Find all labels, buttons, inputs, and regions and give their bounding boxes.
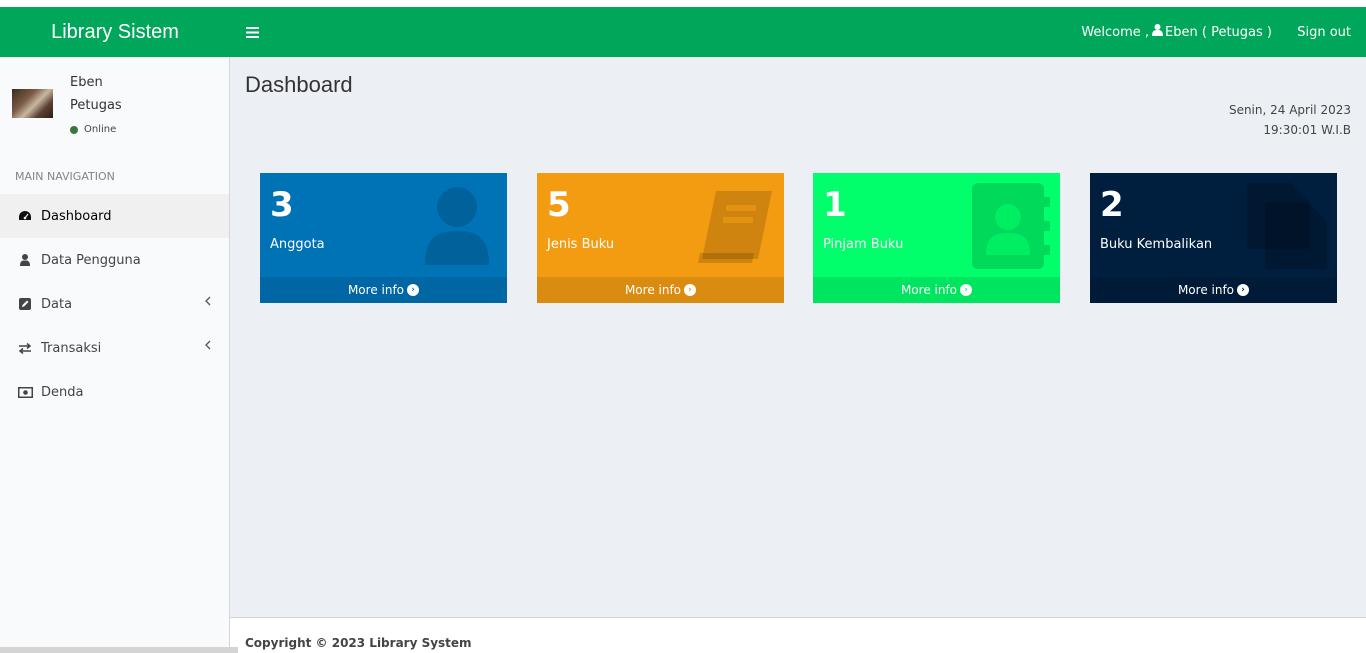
arrow-circle-right-icon: › <box>684 284 697 296</box>
welcome-user: Eben ( Petugas ) <box>1165 24 1272 40</box>
more-info-label: More info <box>347 283 405 297</box>
top-strip <box>0 0 1366 7</box>
address-book-icon <box>970 183 1052 269</box>
stat-value: 1 <box>823 185 847 225</box>
stat-label: Jenis Buku <box>547 237 615 252</box>
sidebar-item-dashboard[interactable]: Dashboard <box>0 194 229 238</box>
more-info-label: More info <box>624 283 682 297</box>
stat-box-jenis-buku: 5 Jenis Buku More info › <box>537 173 784 303</box>
stat-label: Buku Kembalikan <box>1100 237 1213 252</box>
more-info-link[interactable]: More info › <box>537 277 784 303</box>
more-info-link[interactable]: More info › <box>1090 277 1337 303</box>
date-time: Senin, 24 April 2023 19:30:01 W.I.B <box>1229 100 1351 140</box>
user-icon <box>1152 24 1164 40</box>
more-info-link[interactable]: More info › <box>260 277 507 303</box>
sign-out-link[interactable]: Sign out <box>1297 7 1351 57</box>
user-icon <box>17 254 33 266</box>
stat-box-anggota: 3 Anggota More info › <box>260 173 507 303</box>
sidebar-item-denda[interactable]: Denda <box>0 370 229 414</box>
sidebar-item-label: Dashboard <box>41 208 112 224</box>
nav-header: MAIN NAVIGATION <box>15 170 115 183</box>
sidebar-item-label: Denda <box>41 384 84 400</box>
sidebar-item-transaksi[interactable]: Transaksi <box>0 326 229 370</box>
arrow-circle-right-icon: › <box>407 284 420 296</box>
sidebar-item-label: Transaksi <box>41 340 102 356</box>
current-date: Senin, 24 April 2023 <box>1228 103 1351 117</box>
welcome-text: Welcome , Eben ( Petugas ) <box>1081 7 1272 57</box>
sidebar-toggle-icon[interactable] <box>240 19 264 45</box>
user-name: Eben <box>70 75 103 90</box>
money-icon <box>17 386 33 398</box>
more-info-label: More info <box>1177 283 1235 297</box>
content-area: Dashboard Senin, 24 April 2023 19:30:01 … <box>230 57 1366 617</box>
chevron-left-icon <box>205 295 211 310</box>
dashboard-icon <box>17 210 33 222</box>
sidebar-item-data-pengguna[interactable]: Data Pengguna <box>0 238 229 282</box>
user-icon <box>417 183 499 269</box>
stat-box-pinjam-buku: 1 Pinjam Buku More info › <box>813 173 1060 303</box>
footer: Copyright © 2023 Library System <box>230 617 1366 653</box>
avatar <box>12 89 53 118</box>
sidebar-item-label: Data <box>41 296 73 312</box>
horizontal-scrollbar[interactable] <box>0 647 238 653</box>
user-role: Petugas <box>70 98 122 113</box>
chevron-left-icon <box>205 339 211 354</box>
files-icon <box>1247 183 1329 269</box>
online-label: Online <box>84 124 117 135</box>
copyright-text: Copyright © 2023 Library System <box>245 636 472 650</box>
online-dot-icon <box>70 125 78 134</box>
exchange-icon <box>17 342 33 354</box>
stat-label: Pinjam Buku <box>823 237 904 252</box>
sidebar-menu: Dashboard Data Pengguna Data Transaksi D… <box>0 194 229 414</box>
stat-value: 2 <box>1100 185 1124 225</box>
user-panel: Eben Petugas Online <box>0 57 229 157</box>
sidebar-item-data[interactable]: Data <box>0 282 229 326</box>
top-header: Library Sistem Welcome , Eben ( Petugas … <box>0 7 1366 57</box>
current-time: 19:30:01 W.I.B <box>1263 123 1351 137</box>
stat-value: 5 <box>547 185 571 225</box>
book-icon <box>694 183 776 269</box>
stat-value: 3 <box>270 185 294 225</box>
sidebar: Eben Petugas Online MAIN NAVIGATION Dash… <box>0 57 230 653</box>
page-title: Dashboard <box>245 72 353 97</box>
online-status: Online <box>70 124 116 135</box>
edit-icon <box>17 298 33 310</box>
arrow-circle-right-icon: › <box>960 284 973 296</box>
arrow-circle-right-icon: › <box>1237 284 1250 296</box>
sidebar-item-label: Data Pengguna <box>41 252 141 268</box>
stat-box-buku-kembalikan: 2 Buku Kembalikan More info › <box>1090 173 1337 303</box>
more-info-link[interactable]: More info › <box>813 277 1060 303</box>
app-logo[interactable]: Library Sistem <box>0 7 230 57</box>
welcome-prefix: Welcome , <box>1081 24 1150 40</box>
more-info-label: More info <box>900 283 958 297</box>
stat-label: Anggota <box>270 237 325 252</box>
